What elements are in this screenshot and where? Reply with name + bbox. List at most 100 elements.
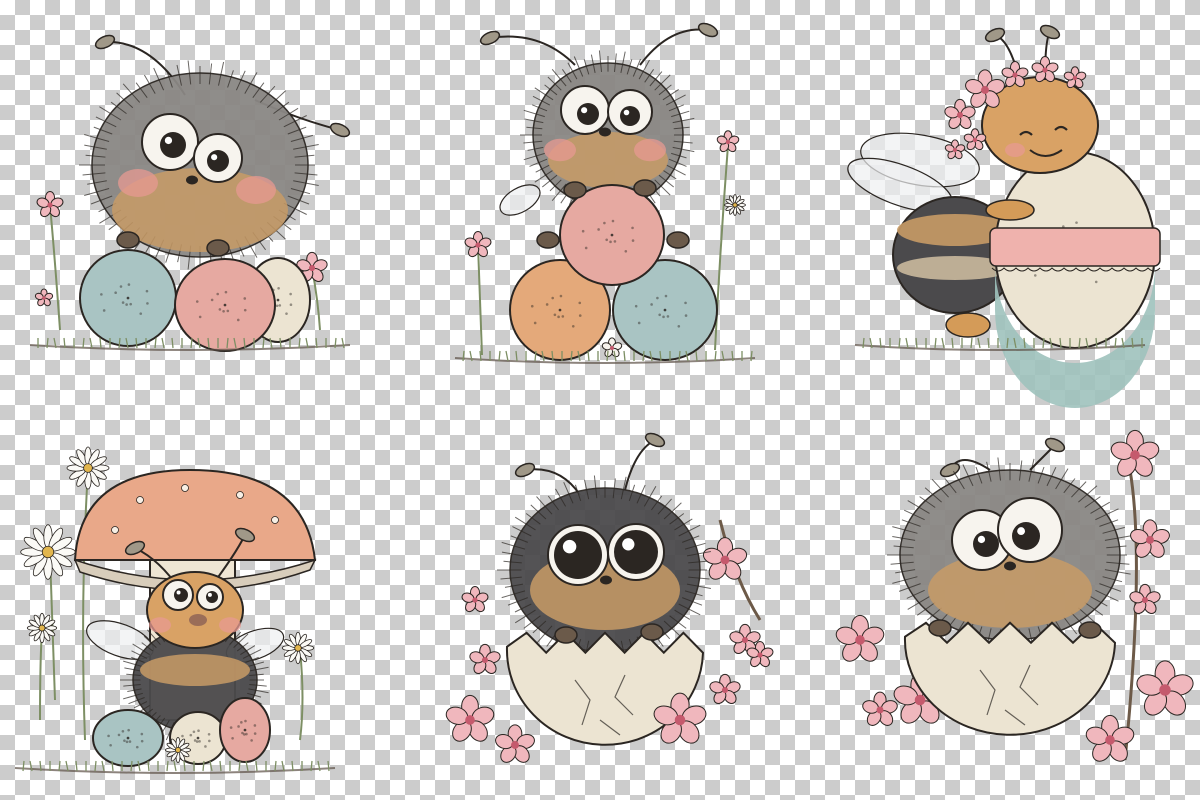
antenna-tip — [939, 462, 961, 478]
egg-speckle — [218, 308, 222, 311]
egg-speckle — [129, 302, 133, 306]
flower-center — [953, 148, 957, 152]
egg-speckle — [231, 736, 234, 740]
pupil — [1012, 522, 1040, 550]
flower-center — [720, 555, 730, 565]
egg-speckle — [240, 721, 243, 724]
bee-under-mushroom — [14, 446, 336, 774]
flower-center — [475, 242, 481, 248]
flower-stem — [39, 629, 43, 721]
egg-speckle — [250, 739, 253, 742]
antenna-stalk — [624, 439, 656, 491]
easter-egg — [219, 697, 271, 763]
egg-speckle — [530, 304, 534, 308]
easter-egg — [989, 151, 1161, 408]
paw — [928, 619, 952, 637]
flower-center — [481, 656, 489, 664]
egg-speckle — [121, 301, 125, 304]
egg-speckle — [684, 301, 687, 305]
nose — [600, 575, 612, 585]
eye-highlight — [562, 539, 577, 554]
blush-cheek — [634, 138, 666, 162]
egg-speckle — [611, 219, 615, 223]
egg-speckle — [135, 745, 139, 749]
paw — [536, 231, 560, 249]
egg-speckle — [127, 728, 130, 732]
egg-speckle — [243, 297, 247, 300]
easter-bee-clipart-sheet — [14, 22, 1194, 774]
eye-highlight — [622, 538, 635, 551]
wing — [499, 184, 541, 216]
paw — [666, 231, 690, 249]
bee-arm — [985, 199, 1035, 221]
pupil — [554, 531, 602, 579]
egg-speckle — [198, 315, 202, 319]
head — [146, 571, 244, 649]
egg-speckle — [237, 725, 240, 728]
blush-cheek — [219, 617, 241, 633]
eye — [607, 523, 665, 581]
flower-center — [956, 111, 964, 119]
egg-speckle — [119, 285, 123, 288]
egg-speckle — [198, 740, 201, 743]
eye — [607, 89, 653, 135]
flower-center — [511, 741, 519, 749]
pupil — [207, 150, 229, 172]
egg-speckle — [610, 233, 614, 237]
egg-speckle — [677, 324, 681, 328]
blush-cheek — [544, 138, 576, 162]
egg-speckle — [208, 739, 211, 743]
antenna-tip — [514, 462, 536, 478]
egg-speckle — [189, 733, 193, 737]
easter-egg — [174, 258, 276, 352]
flower-center — [674, 714, 686, 726]
egg-speckle — [578, 301, 582, 305]
egg-speckle — [666, 315, 670, 318]
flower-center — [855, 635, 865, 645]
blossom-branch — [1123, 469, 1138, 761]
flower-center — [42, 296, 46, 300]
pupil — [614, 530, 658, 574]
paw — [116, 231, 140, 249]
eye-highlight — [623, 109, 630, 116]
egg-speckle — [253, 724, 257, 727]
flower-center — [1146, 536, 1154, 544]
grass-tufts — [462, 350, 753, 362]
antenna-tip — [479, 30, 501, 46]
antenna — [639, 22, 719, 66]
egg-speckle — [145, 289, 149, 293]
egg-speckle — [207, 732, 211, 736]
flower-center — [41, 545, 55, 559]
egg-speckle — [128, 740, 132, 743]
eye — [193, 133, 243, 183]
pupil — [174, 588, 188, 602]
blush-cheek — [149, 617, 171, 633]
antenna-tip — [1044, 437, 1066, 453]
egg-speckle — [123, 739, 126, 742]
eye-highlight — [211, 154, 218, 161]
egg-speckle — [571, 324, 575, 328]
flower-center — [47, 202, 53, 208]
flower-center — [972, 137, 978, 143]
egg-speckle — [244, 719, 247, 723]
egg-speckle — [551, 296, 554, 300]
egg-speckle — [277, 286, 280, 290]
flower-center — [465, 715, 475, 725]
blossom-flower — [445, 694, 495, 742]
egg-speckle — [125, 740, 129, 744]
egg-speckle — [126, 736, 130, 740]
egg-speckle — [533, 321, 537, 325]
egg-speckle — [140, 732, 144, 736]
paw — [633, 179, 657, 197]
eye-highlight — [977, 535, 986, 544]
egg-speckle — [581, 229, 585, 233]
egg-speckle — [195, 740, 199, 743]
egg-speckle — [597, 228, 600, 231]
egg-speckle — [223, 303, 227, 307]
egg-speckle — [278, 304, 282, 307]
eye-highlight — [164, 136, 173, 145]
egg-speckle — [140, 739, 144, 743]
daisy-flower — [724, 194, 746, 216]
egg-speckle — [561, 315, 565, 318]
egg-speckle — [139, 312, 143, 315]
